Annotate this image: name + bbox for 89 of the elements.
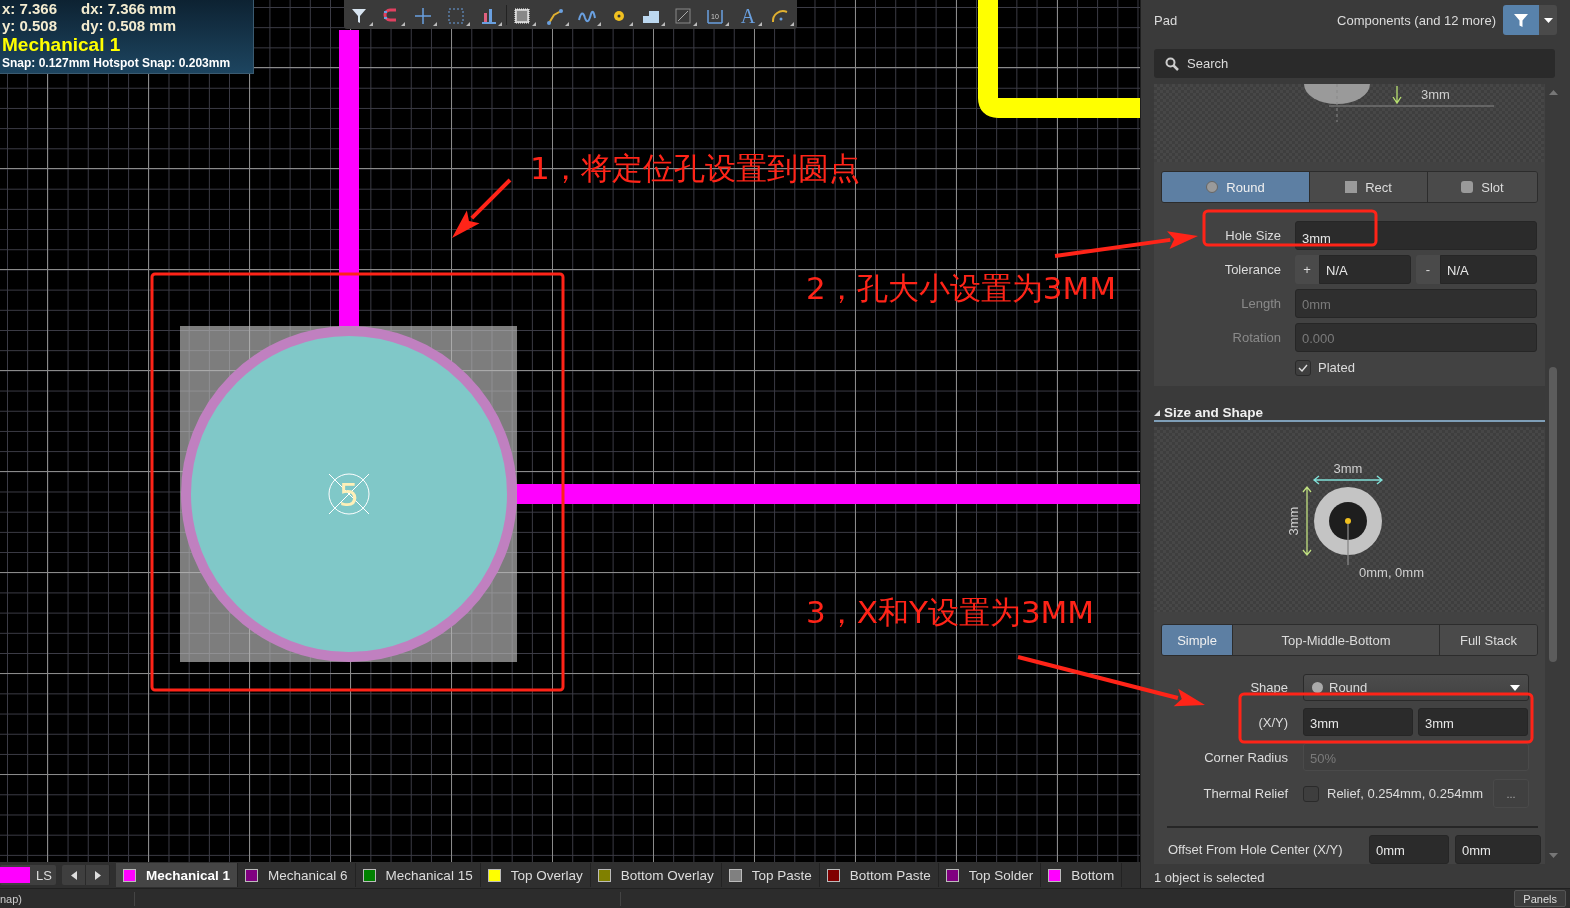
input-field[interactable]: 3mm [1303, 708, 1413, 736]
layer-tab[interactable]: Mechanical 6 [238, 863, 356, 887]
rounded-square-icon [1461, 181, 1474, 193]
dimension-label: 3mm [1333, 461, 1363, 476]
input-field[interactable]: N/A [1319, 255, 1411, 284]
left-arrow-icon [70, 870, 77, 880]
input-field[interactable]: 0mm [1455, 835, 1541, 864]
filter-button[interactable] [1503, 5, 1539, 35]
tab[interactable]: Slot [1428, 172, 1537, 202]
layer-tab[interactable]: Bottom Paste [819, 863, 939, 887]
dimension-arrow [1392, 85, 1402, 105]
layer-tab[interactable]: Top Solder [938, 863, 1042, 887]
pad-drawing [1314, 487, 1382, 555]
dimension-label: 3mm [1421, 87, 1450, 102]
annotation-text: 1，将定位孔设置到圆点 [530, 150, 860, 186]
layer-name: Mechanical 15 [385, 867, 473, 883]
layer-label: Mechanical 1 [2, 34, 122, 56]
tab[interactable]: Simple [1162, 625, 1233, 655]
filter-icon [1513, 12, 1529, 28]
snap-label: Snap: 0.127mm Hotspot Snap: 0.203mm [2, 56, 232, 71]
layer-name: Bottom [1071, 867, 1115, 883]
annotation-text: 3，X和Y设置为3MM [806, 594, 1095, 630]
field-label: Shape [1249, 680, 1288, 695]
input-field[interactable]: 0mm [1369, 835, 1449, 864]
layer-name: Bottom Overlay [620, 867, 714, 883]
dropdown-button[interactable] [1539, 5, 1557, 35]
layer-name: Top Overlay [510, 867, 583, 883]
layer-name: Top Paste [751, 867, 812, 883]
layer-tab[interactable]: Top Paste [721, 863, 820, 887]
selection-status: 1 object is selected [1154, 870, 1266, 887]
more-button[interactable]: ... [1493, 779, 1529, 808]
panels-button[interactable]: Panels [1514, 890, 1566, 907]
checkbox[interactable] [1303, 785, 1319, 802]
circle-icon [1206, 181, 1219, 193]
circle-icon [1312, 682, 1323, 693]
layer-tab[interactable]: Top Overlay [480, 863, 591, 887]
input-field[interactable]: 3mm [1295, 221, 1537, 250]
tab[interactable]: Rect [1310, 172, 1428, 202]
relief-value: Relief, 0.254mm, 0.254mm [1327, 786, 1484, 801]
annotation-text: 2，孔大小设置为3MM [806, 270, 1116, 306]
square-icon [1345, 181, 1358, 193]
collapse-icon [1154, 409, 1160, 416]
checkbox[interactable] [1295, 359, 1311, 376]
sign-label: + [1295, 255, 1319, 284]
leader-line [1347, 523, 1349, 566]
coordinate-label: dx: 7.366 mm [81, 0, 177, 17]
input-field[interactable]: N/A [1440, 255, 1537, 284]
section-header[interactable]: Size and Shape [1154, 405, 1545, 422]
field-label: (X/Y) [1257, 714, 1288, 730]
shape-dropdown[interactable]: Round [1303, 674, 1529, 701]
field-label: Rotation [1231, 330, 1281, 345]
layer-tab[interactable]: Bottom Overlay [590, 863, 722, 887]
layer-tab[interactable]: Bottom [1041, 863, 1123, 887]
caret-icon [1543, 17, 1553, 23]
layer-tab[interactable]: Mechanical 1 [116, 863, 239, 887]
offset-label: 0mm, 0mm [1359, 565, 1424, 580]
arrow [452, 178, 512, 238]
layer-name: Top Solder [968, 867, 1034, 883]
layer-tab[interactable]: Mechanical 15 [355, 863, 481, 887]
search-icon [1165, 57, 1179, 71]
tab[interactable]: Full Stack [1440, 625, 1537, 655]
field-label: Length [1240, 296, 1281, 311]
checkbox-label: Plated [1318, 360, 1355, 375]
field-label: Tolerance [1223, 262, 1281, 277]
panel-title: Pad [1154, 12, 1178, 28]
dimension-label: 3mm [1286, 506, 1301, 536]
layer-name: Mechanical 1 [146, 867, 231, 883]
field-label: Thermal Relief [1202, 786, 1288, 801]
field-label: Offset From Hole Center (X/Y) [1167, 842, 1344, 857]
search-field[interactable]: Search [1154, 49, 1555, 78]
status-text: nap) [0, 892, 24, 905]
sign-label: - [1416, 255, 1440, 284]
tab[interactable]: Round [1162, 172, 1310, 202]
right-arrow-icon [94, 870, 101, 880]
input-field[interactable]: 3mm [1418, 708, 1528, 736]
scroll-up-icon[interactable] [1548, 90, 1558, 95]
coordinate-label: y: 0.508 [2, 17, 59, 34]
filter-label: Components (and 12 more) [1337, 12, 1496, 28]
layer-name: Mechanical 6 [268, 867, 348, 883]
scroll-down-icon[interactable] [1548, 853, 1558, 858]
coordinate-label: x: 7.366 [2, 0, 59, 17]
field-label: Hole Size [1224, 228, 1281, 243]
tab[interactable]: Top-Middle-Bottom [1233, 625, 1440, 655]
field-label: Corner Radius [1203, 749, 1288, 765]
layer-name: Bottom Paste [849, 867, 931, 883]
caret-icon [1510, 684, 1520, 691]
current-layer-button[interactable]: LS [0, 865, 56, 885]
coordinate-label: dy: 0.508 mm [81, 17, 177, 34]
check-icon [1298, 363, 1308, 372]
